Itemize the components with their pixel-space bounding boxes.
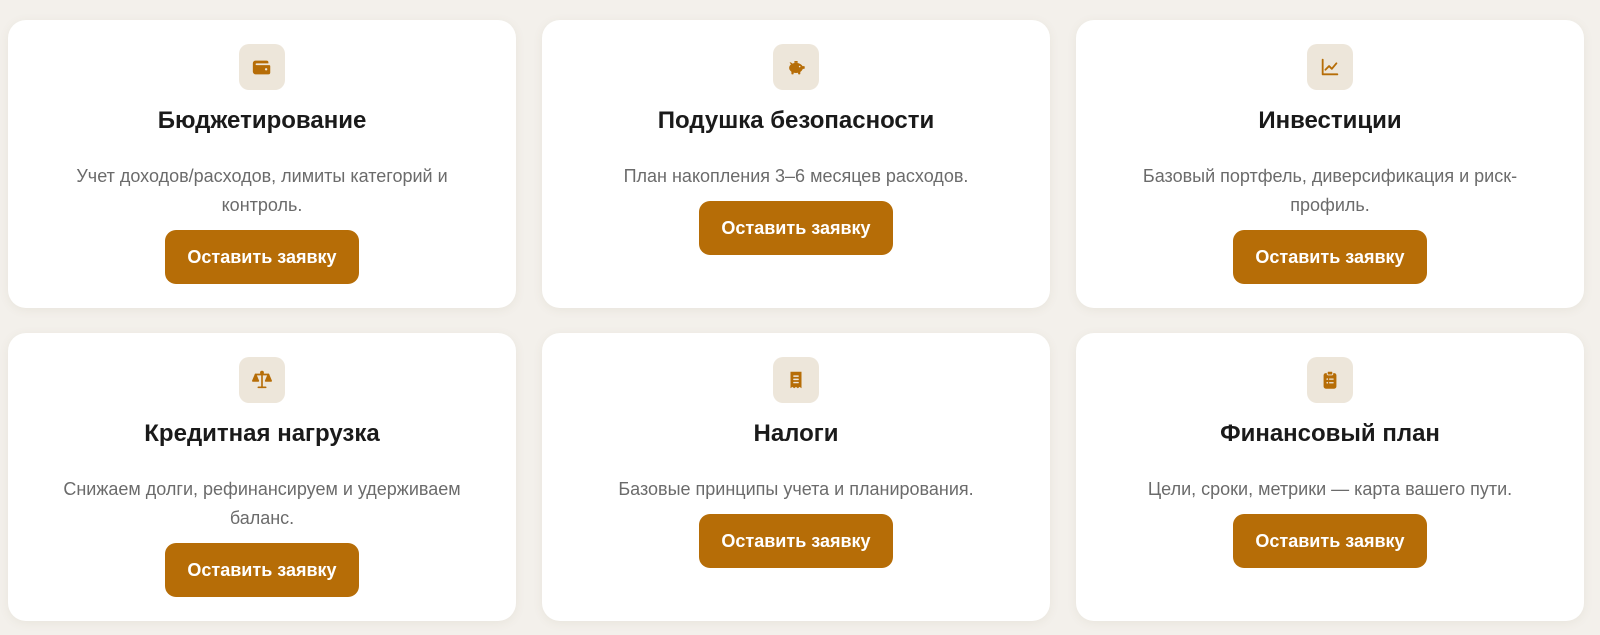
wallet-icon bbox=[239, 44, 285, 90]
submit-request-button[interactable]: Оставить заявку bbox=[165, 230, 359, 284]
card-description: Учет доходов/расходов, лимиты категорий … bbox=[76, 166, 448, 215]
service-card-financial-plan: Финансовый план Цели, сроки, метрики — к… bbox=[1076, 333, 1584, 621]
line-chart-icon bbox=[1307, 44, 1353, 90]
service-card-credit-load: Кредитная нагрузка Снижаем долги, рефина… bbox=[8, 333, 516, 621]
submit-request-button[interactable]: Оставить заявку bbox=[699, 201, 893, 255]
submit-request-button[interactable]: Оставить заявку bbox=[1233, 514, 1427, 568]
service-card-investments: Инвестиции Базовый портфель, диверсифика… bbox=[1076, 20, 1584, 308]
service-card-taxes: Налоги Базовые принципы учета и планиров… bbox=[542, 333, 1050, 621]
card-title: Финансовый план bbox=[1220, 420, 1440, 447]
card-title: Бюджетирование bbox=[157, 107, 367, 134]
submit-request-button[interactable]: Оставить заявку bbox=[1233, 230, 1427, 284]
card-title: Кредитная нагрузка bbox=[144, 420, 380, 447]
card-description: Базовые принципы учета и планирования. bbox=[618, 479, 974, 499]
submit-request-button[interactable]: Оставить заявку bbox=[699, 514, 893, 568]
piggy-bank-icon bbox=[773, 44, 819, 90]
card-description: Базовый портфель, диверсификация и риск-… bbox=[1142, 166, 1518, 215]
service-card-safety-cushion: Подушка безопасности План накопления 3–6… bbox=[542, 20, 1050, 308]
card-title: Инвестиции bbox=[1258, 107, 1402, 134]
clipboard-list-icon bbox=[1307, 357, 1353, 403]
card-description: Цели, сроки, метрики — карта вашего пути… bbox=[1147, 479, 1513, 499]
card-title: Налоги bbox=[753, 420, 839, 447]
receipt-icon bbox=[773, 357, 819, 403]
card-title: Подушка безопасности bbox=[657, 107, 935, 134]
service-card-budgeting: Бюджетирование Учет доходов/расходов, ли… bbox=[8, 20, 516, 308]
card-description: План накопления 3–6 месяцев расходов. bbox=[623, 166, 969, 186]
card-description: Снижаем долги, рефинансируем и удерживае… bbox=[63, 479, 461, 528]
scales-icon bbox=[239, 357, 285, 403]
submit-request-button[interactable]: Оставить заявку bbox=[165, 543, 359, 597]
services-grid: Бюджетирование Учет доходов/расходов, ли… bbox=[0, 0, 1600, 635]
